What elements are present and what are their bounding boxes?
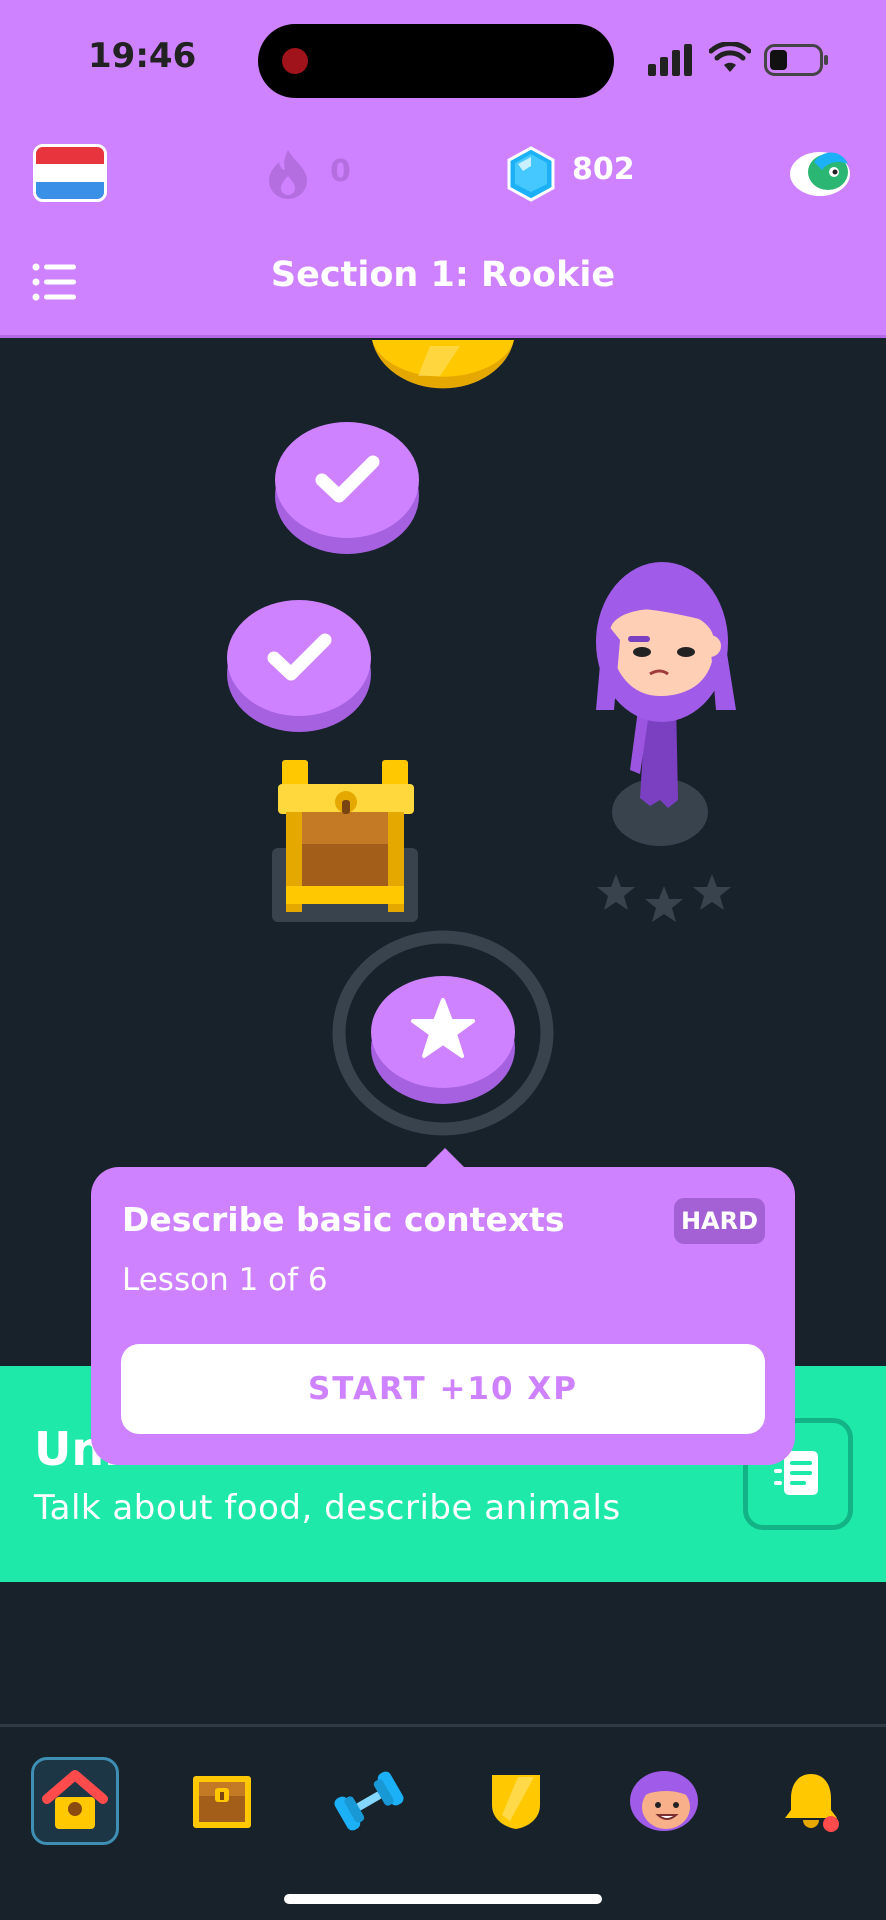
difficulty-badge: HARD — [674, 1198, 765, 1244]
recording-indicator-icon — [282, 48, 308, 74]
start-lesson-button[interactable]: START +10 XP — [121, 1344, 765, 1434]
character-avatar-icon — [630, 1771, 698, 1831]
league-shield-icon — [492, 1775, 540, 1829]
lesson-title: Describe basic contexts — [122, 1200, 565, 1239]
super-duo-icon[interactable] — [784, 140, 856, 204]
course-flag-button[interactable] — [33, 144, 107, 202]
treasure-chest-node[interactable] — [272, 756, 420, 926]
completed-coin-node[interactable] — [370, 340, 516, 400]
nav-leaderboard[interactable] — [472, 1757, 560, 1845]
character-stars-icon — [597, 874, 731, 922]
signal-icon — [648, 44, 692, 76]
gem-count: 802 — [572, 152, 635, 187]
battery-icon — [764, 44, 828, 76]
dynamic-island — [258, 24, 614, 98]
streak-flame-icon[interactable] — [265, 148, 311, 200]
completed-lesson-node[interactable] — [226, 596, 372, 734]
bottom-nav — [0, 1724, 886, 1920]
wifi-icon — [709, 42, 751, 72]
streak-count: 0 — [330, 154, 351, 189]
unit-subtitle: Talk about food, describe animals — [34, 1488, 621, 1528]
lesson-progress: Lesson 1 of 6 — [122, 1262, 328, 1298]
current-lesson-node[interactable] — [332, 930, 554, 1136]
home-indicator — [284, 1894, 602, 1904]
bell-icon — [785, 1774, 839, 1832]
nav-practice[interactable] — [325, 1757, 413, 1845]
treasure-chest-icon — [193, 1776, 251, 1828]
nav-profile[interactable] — [620, 1757, 708, 1845]
gem-icon[interactable] — [506, 146, 556, 202]
nav-learn[interactable] — [31, 1757, 119, 1845]
home-icon — [42, 1770, 108, 1829]
completed-lesson-node[interactable] — [274, 418, 420, 556]
nav-chest[interactable] — [178, 1757, 266, 1845]
section-title[interactable]: Section 1: Rookie — [0, 255, 886, 295]
popover-arrow — [425, 1148, 465, 1168]
lily-character-illustration — [596, 562, 736, 846]
status-time: 19:46 — [88, 36, 197, 76]
nav-notifications[interactable] — [768, 1757, 856, 1845]
dumbbell-icon — [334, 1771, 404, 1831]
